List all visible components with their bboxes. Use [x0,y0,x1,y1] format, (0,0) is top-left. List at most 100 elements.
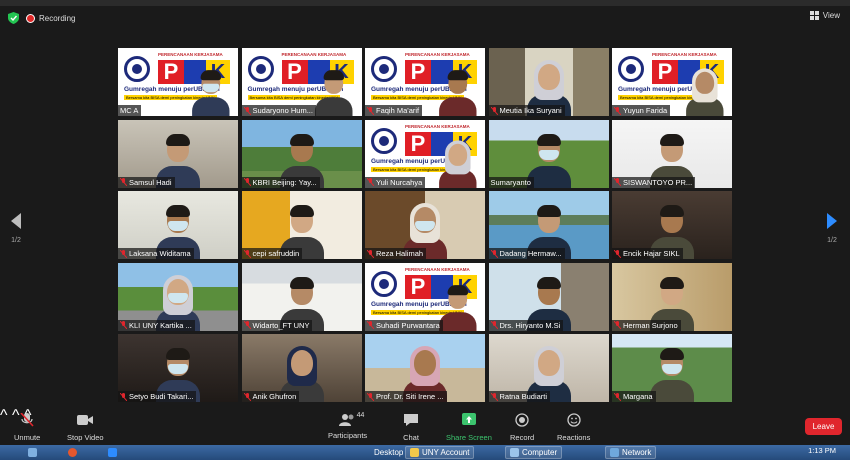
participant-nameplate: Drs. Hiryanto M.Si [488,319,564,331]
folder-icon [410,448,419,457]
meeting-topbar: Recording View [0,6,850,30]
banner-p: P [158,60,184,84]
participant-tile[interactable]: KBRI Beijing: Yay... [241,119,362,188]
participant-nameplate: Ratna Budiarti [488,391,551,402]
participant-name: Encik Hajar SIKL [623,249,680,258]
mic-muted-icon [367,392,374,401]
zoom-icon [108,448,117,457]
participant-nameplate: Suhadi Purwantara [365,319,443,331]
taskbar-network[interactable]: Network [605,446,657,459]
taskbar-computer[interactable]: Computer [505,446,563,459]
taskbar-browser-icon[interactable] [64,446,81,459]
mic-muted-icon [490,392,498,401]
participant-nameplate: Yuli Nurcahya [365,176,426,188]
participant-tile[interactable]: SISWANTOYO PR... [612,119,732,188]
participants-icon [338,414,354,426]
participant-nameplate: Prof. Dr. Siti Irene ... [365,391,447,402]
participant-nameplate: Samsul Hadi [118,176,175,188]
stop-video-button[interactable]: Stop Video [67,413,104,442]
participants-button[interactable]: 44 Participants [328,412,367,440]
participant-nameplate: Margana [612,391,656,402]
participant-tile[interactable]: KLI UNY Kartika ... [118,262,238,331]
taskbar-desktop[interactable]: Desktop [370,446,407,459]
participant-tile[interactable]: Margana [612,334,732,402]
mic-muted-icon [367,178,374,186]
share-screen-icon [461,413,476,425]
participant-tile[interactable]: PERENCANAAN KERJASAMAPKGumregah menuju p… [612,48,732,116]
unmute-label: Unmute [14,433,41,442]
participants-count: 44 [356,412,365,419]
participant-nameplate: Anik Ghufron [241,391,300,402]
recording-label: Recording [39,13,76,23]
view-button[interactable]: View [809,11,840,20]
participant-tile[interactable]: Dadang Hermaw... [488,191,609,259]
record-button[interactable]: Record [510,413,534,442]
taskbar-app-icon[interactable] [24,446,41,459]
participant-tile[interactable]: Samsul Hadi [118,119,238,188]
participant-tile[interactable]: Drs. Hiryanto M.Si [488,262,609,331]
taskbar-clock: 1:13 PM [808,446,836,455]
reactions-button[interactable]: Reactions [557,413,590,442]
participant-person [685,68,724,116]
uny-logo-icon [371,270,397,297]
participant-tile[interactable]: PERENCANAAN KERJASAMAPKGumregah menuju p… [365,119,485,188]
taskbar-uny-account[interactable]: UNY Account [405,446,475,459]
view-label: View [822,11,840,20]
video-gallery: PERENCANAAN KERJASAMAPKGumregah menuju p… [118,48,732,402]
participant-nameplate: MC A [118,105,142,116]
participant-tile[interactable]: Setyo Budi Takari... [118,334,238,402]
participant-tile[interactable]: Reza Halimah [365,191,485,259]
participant-nameplate: Laksana Widitama [118,248,194,259]
participant-tile[interactable]: Prof. Dr. Siti Irene ... [365,334,485,402]
participant-tile[interactable]: PERENCANAAN KERJASAMAPKGumregah menuju p… [241,48,362,116]
taskbar-zoom-icon[interactable] [104,446,121,459]
arrow-right-icon [827,213,837,229]
mic-muted-icon [120,178,127,186]
mic-muted-icon [490,321,498,329]
unmute-button[interactable]: Unmute [14,412,41,442]
leave-button[interactable]: Leave [805,418,842,435]
participant-name: Dadang Hermaw... [499,249,562,258]
participant-person [438,283,477,331]
participant-name: cepi safruddin [252,249,300,258]
video-camera-icon [77,415,94,425]
participant-nameplate: cepi safruddin [241,248,303,259]
share-screen-label: Share Screen [446,433,492,442]
participant-tile[interactable]: Herman Surjono [612,262,732,331]
audio-options-caret-icon[interactable]: ^ [0,407,8,424]
participant-nameplate: Reza Halimah [365,248,427,259]
mic-muted-icon [243,106,251,115]
participant-nameplate: Sudaryono Hum... [241,105,316,116]
uny-logo-icon [371,127,397,154]
security-shield-icon[interactable] [8,12,19,24]
previous-page-button[interactable]: 1/2 [6,213,26,244]
banner-p: P [405,60,431,84]
mic-muted-icon [120,321,127,329]
participant-tile[interactable]: PERENCANAAN KERJASAMAPKGumregah menuju p… [365,48,485,116]
participant-name: Sumaryanto [490,177,531,187]
participant-tile[interactable]: Sumaryanto [488,119,609,188]
taskbar-computer-label: Computer [522,448,558,457]
participant-tile[interactable]: Encik Hajar SIKL [612,191,732,259]
participant-tile[interactable]: cepi safruddin [241,191,362,259]
share-screen-button[interactable]: Share Screen [446,413,492,442]
participant-tile[interactable]: PERENCANAAN KERJASAMAPKGumregah menuju p… [118,48,238,116]
participant-tile[interactable]: Laksana Widitama [118,191,238,259]
next-page-button[interactable]: 1/2 [822,213,842,244]
participant-name: Faqih Ma'arif [376,106,420,115]
mic-muted-icon [490,249,498,258]
participant-name: MC A [120,106,139,115]
participant-tile[interactable]: Anik Ghufron [241,334,362,402]
participant-tile[interactable]: Meutia Ika Suryani [488,48,609,116]
participant-tile[interactable]: PERENCANAAN KERJASAMAPKGumregah menuju p… [365,262,485,331]
participant-nameplate: Sumaryanto [488,176,534,188]
participant-name: Anik Ghufron [252,392,297,401]
participant-nameplate: Yuyun Farida [612,105,671,116]
mic-muted-icon [243,321,251,329]
participant-tile[interactable]: Widarto_FT UNY [241,262,362,331]
taskbar-desktop-label: Desktop [374,448,404,457]
chat-button[interactable]: Chat [402,413,420,442]
uny-logo-icon [618,56,644,82]
taskbar-network-label: Network [622,448,652,457]
participant-tile[interactable]: Ratna Budiarti [488,334,609,402]
